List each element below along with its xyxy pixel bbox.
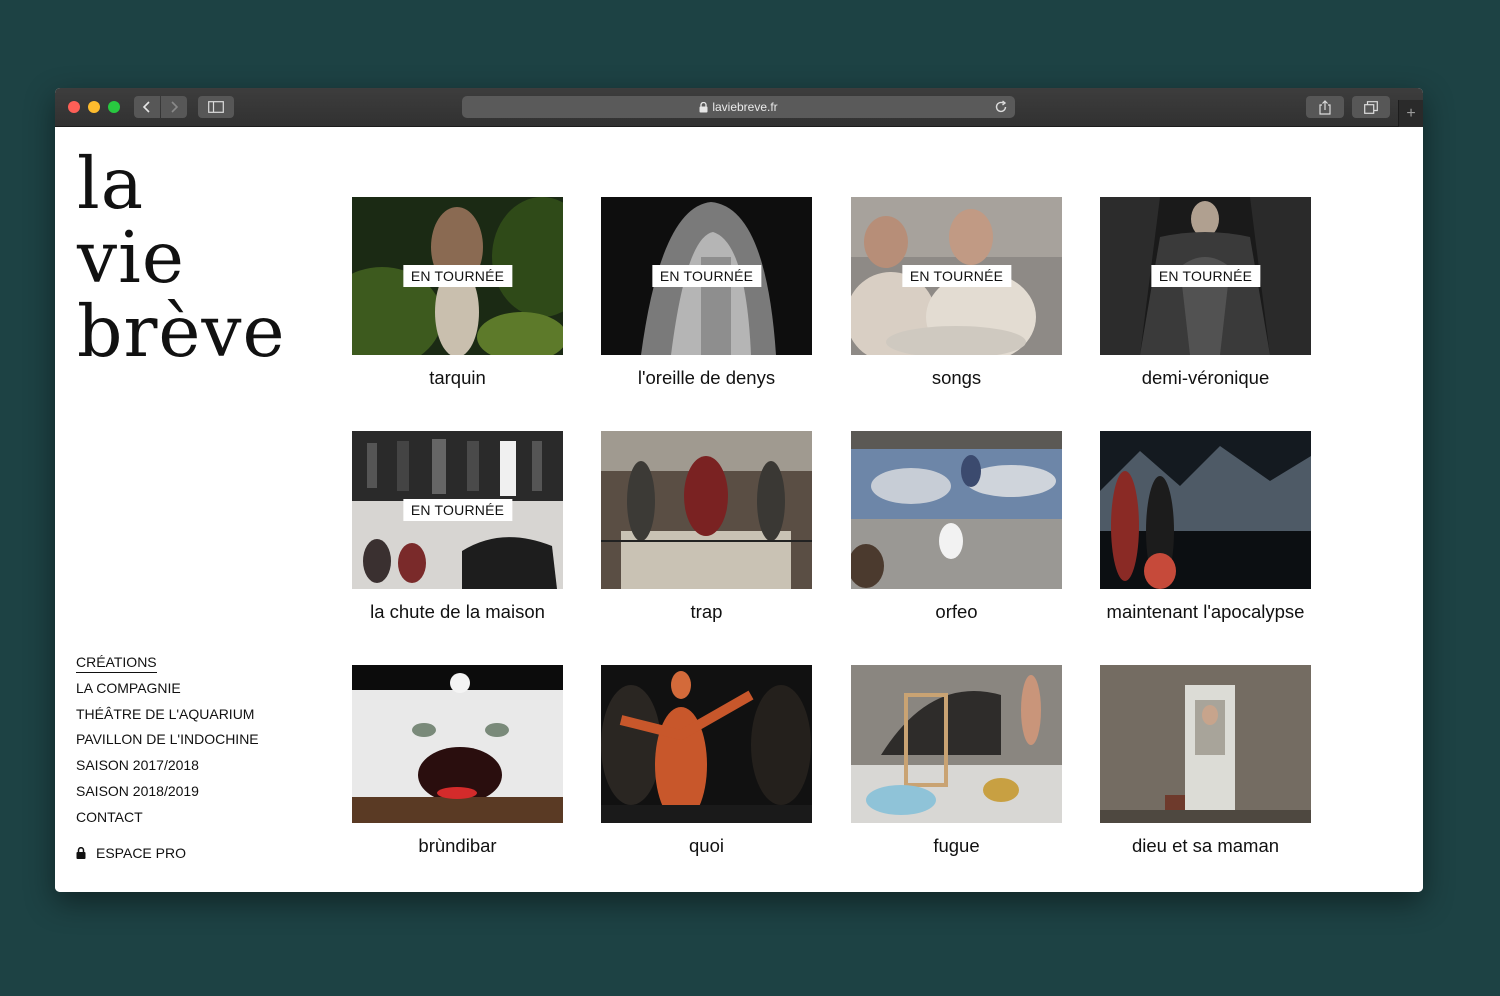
plus-icon: + xyxy=(1406,104,1416,122)
reload-icon[interactable] xyxy=(993,99,1009,115)
creation-card-maintenant-l-apocalypse[interactable]: maintenant l'apocalypse xyxy=(1100,431,1311,623)
show-tabs-button[interactable] xyxy=(1352,96,1390,118)
tabs-icon xyxy=(1364,100,1378,114)
creation-title[interactable]: fugue xyxy=(851,835,1062,857)
forward-button[interactable] xyxy=(161,96,187,118)
back-button[interactable] xyxy=(134,96,160,118)
creation-title[interactable]: brùndibar xyxy=(352,835,563,857)
new-tab-button[interactable]: + xyxy=(1398,100,1423,127)
nav-item-contact[interactable]: CONTACT xyxy=(76,807,259,833)
nav-item-label: LA COMPAGNIE xyxy=(76,679,181,696)
creation-photo[interactable]: EN TOURNÉE xyxy=(851,197,1062,355)
creation-title[interactable]: quoi xyxy=(601,835,812,857)
creation-photo[interactable] xyxy=(851,665,1062,823)
on-tour-badge: EN TOURNÉE xyxy=(402,499,513,521)
nav-item-saison-2018-2019[interactable]: SAISON 2018/2019 xyxy=(76,781,259,807)
nav-item-label: CRÉATIONS xyxy=(76,654,157,673)
nav-item-label: SAISON 2018/2019 xyxy=(76,782,199,799)
creation-card-demi-veronique[interactable]: EN TOURNÉE demi-véronique xyxy=(1100,197,1311,389)
creation-title[interactable]: songs xyxy=(851,367,1062,389)
creation-card-fugue[interactable]: fugue xyxy=(851,665,1062,857)
on-tour-badge: EN TOURNÉE xyxy=(651,265,762,287)
nav-item-la-compagnie[interactable]: LA COMPAGNIE xyxy=(76,678,259,704)
creation-title[interactable]: orfeo xyxy=(851,601,1062,623)
creation-photo[interactable] xyxy=(601,665,812,823)
creation-photo[interactable]: EN TOURNÉE xyxy=(601,197,812,355)
creation-title[interactable]: tarquin xyxy=(352,367,563,389)
share-button[interactable] xyxy=(1306,96,1344,118)
creation-card-tarquin[interactable]: EN TOURNÉE tarquin xyxy=(352,197,563,389)
zoom-window-button[interactable] xyxy=(108,101,120,113)
creation-card-songs[interactable]: EN TOURNÉE songs xyxy=(851,197,1062,389)
on-tour-badge: EN TOURNÉE xyxy=(402,265,513,287)
creation-photo[interactable] xyxy=(851,431,1062,589)
site-logo[interactable]: la vie brève xyxy=(77,147,286,369)
minimize-window-button[interactable] xyxy=(88,101,100,113)
nav-item-label: PAVILLON DE L'INDOCHINE xyxy=(76,731,259,748)
share-icon xyxy=(1319,99,1331,115)
nav-item-label: CONTACT xyxy=(76,808,143,825)
nav-item-label: THÉÂTRE DE L'AQUARIUM xyxy=(76,705,255,722)
espace-pro-label: ESPACE PRO xyxy=(96,845,186,861)
browser-toolbar: laviebreve.fr + xyxy=(55,88,1423,127)
creation-title[interactable]: dieu et sa maman xyxy=(1100,835,1311,857)
nav-item-label: SAISON 2017/2018 xyxy=(76,757,199,774)
creation-photo[interactable] xyxy=(1100,665,1311,823)
creation-title[interactable]: trap xyxy=(601,601,812,623)
lock-icon xyxy=(699,101,708,112)
main-navigation: CRÉATIONS LA COMPAGNIE THÉÂTRE DE L'AQUA… xyxy=(76,652,259,833)
creation-photo[interactable]: EN TOURNÉE xyxy=(352,431,563,589)
nav-item-pavillon-indochine[interactable]: PAVILLON DE L'INDOCHINE xyxy=(76,729,259,755)
browser-window: laviebreve.fr + la vie brève CRÉATIONS L… xyxy=(55,88,1423,892)
on-tour-badge: EN TOURNÉE xyxy=(1150,265,1261,287)
logo-line-3: brève xyxy=(77,290,286,373)
logo-line-2: vie xyxy=(77,216,185,299)
creation-title[interactable]: l'oreille de denys xyxy=(601,367,812,389)
creation-card-l-oreille-de-denys[interactable]: EN TOURNÉE l'oreille de denys xyxy=(601,197,812,389)
creation-card-dieu-et-sa-maman[interactable]: dieu et sa maman xyxy=(1100,665,1311,857)
creation-photo[interactable] xyxy=(352,665,563,823)
creation-title[interactable]: demi-véronique xyxy=(1100,367,1311,389)
creation-photo[interactable]: EN TOURNÉE xyxy=(1100,197,1311,355)
chevron-left-icon xyxy=(142,101,150,113)
creation-title[interactable]: la chute de la maison xyxy=(352,601,563,623)
logo-line-1: la xyxy=(77,142,145,225)
nav-item-theatre-aquarium[interactable]: THÉÂTRE DE L'AQUARIUM xyxy=(76,704,259,730)
web-page: la vie brève CRÉATIONS LA COMPAGNIE THÉÂ… xyxy=(55,127,1423,892)
sidebar-toggle-button[interactable] xyxy=(198,96,234,118)
creation-card-trap[interactable]: trap xyxy=(601,431,812,623)
creation-photo[interactable]: EN TOURNÉE xyxy=(352,197,563,355)
address-url: laviebreve.fr xyxy=(712,100,778,114)
creation-card-brundibar[interactable]: brùndibar xyxy=(352,665,563,857)
on-tour-badge: EN TOURNÉE xyxy=(901,265,1012,287)
padlock-icon xyxy=(76,847,86,859)
creation-card-orfeo[interactable]: orfeo xyxy=(851,431,1062,623)
creation-card-quoi[interactable]: quoi xyxy=(601,665,812,857)
address-bar[interactable]: laviebreve.fr xyxy=(462,96,1015,118)
creation-photo[interactable] xyxy=(601,431,812,589)
nav-item-saison-2017-2018[interactable]: SAISON 2017/2018 xyxy=(76,755,259,781)
close-window-button[interactable] xyxy=(68,101,80,113)
creation-card-la-chute-de-la-maison[interactable]: EN TOURNÉE la chute de la maison xyxy=(352,431,563,623)
nav-item-creations[interactable]: CRÉATIONS xyxy=(76,652,259,678)
chevron-right-icon xyxy=(171,101,179,113)
creation-title[interactable]: maintenant l'apocalypse xyxy=(1100,601,1311,623)
creation-photo[interactable] xyxy=(1100,431,1311,589)
espace-pro-link[interactable]: ESPACE PRO xyxy=(76,845,186,861)
sidebar-icon xyxy=(208,101,224,113)
